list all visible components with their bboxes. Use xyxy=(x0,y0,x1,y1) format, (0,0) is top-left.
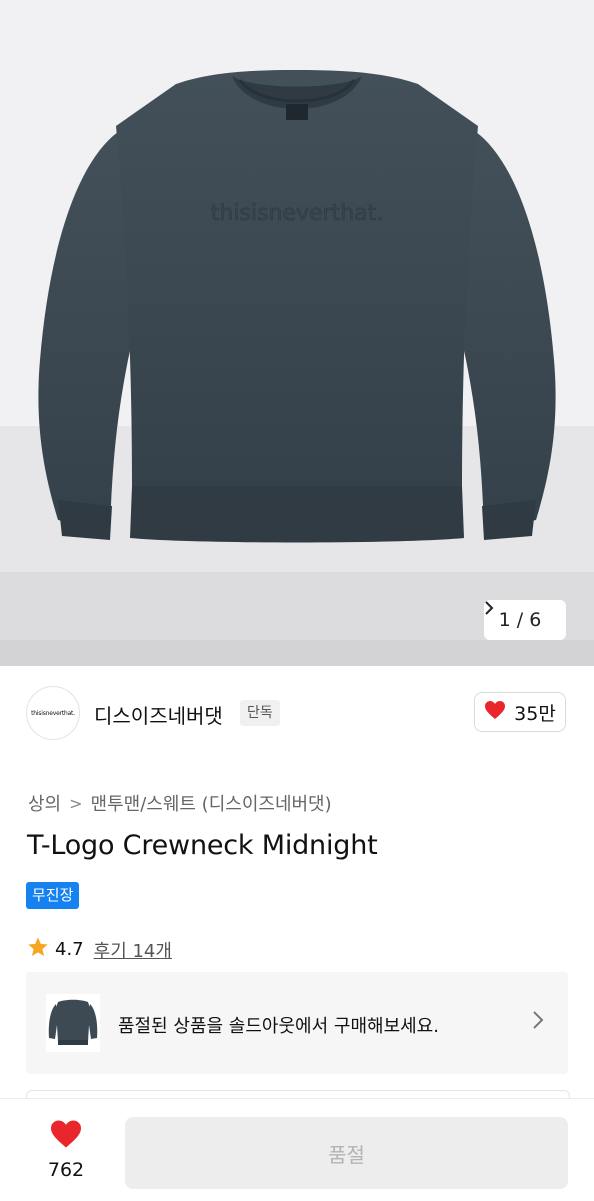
product-photo: thisisneverthat. xyxy=(38,70,556,543)
pager-label: 1 / 6 xyxy=(498,609,542,631)
product-title: T-Logo Crewneck Midnight xyxy=(27,830,378,861)
garment-logo-text: thisisneverthat. xyxy=(211,201,383,226)
exclusive-badge: 단독 xyxy=(240,700,280,726)
soldout-buy-button[interactable]: 품절 xyxy=(125,1117,568,1189)
wishlist-button[interactable]: 762 xyxy=(36,1119,96,1185)
heart-icon xyxy=(49,1120,83,1153)
brand-logo-text: thisisneverthat. xyxy=(31,709,75,717)
reviews-link[interactable]: 후기 14개 xyxy=(94,937,172,963)
brand-like-button[interactable]: 35만 xyxy=(474,692,566,732)
brand-row: thisisneverthat. 디스이즈네버댓 단독 35만 xyxy=(0,686,594,742)
rating-row: 4.7 후기 14개 xyxy=(27,936,172,963)
image-pager[interactable]: 1 / 6 xyxy=(484,600,566,640)
breadcrumb-subcategory[interactable]: 맨투맨/스웨트 (디스이즈네버댓) xyxy=(91,790,332,816)
brand-like-count: 35만 xyxy=(514,702,556,725)
product-image-carousel[interactable]: thisisneverthat. 1 / 6 xyxy=(0,0,594,666)
soldout-banner[interactable]: 품절된 상품을 솔드아웃에서 구매해보세요. xyxy=(26,972,568,1074)
brand-name[interactable]: 디스이즈네버댓 xyxy=(94,700,223,729)
bottom-action-bar: 762 품절 xyxy=(0,1098,594,1201)
star-icon xyxy=(27,936,49,963)
wishlist-count: 762 xyxy=(47,1159,85,1181)
chevron-right-icon xyxy=(532,1008,544,1036)
rating-score: 4.7 xyxy=(55,939,84,960)
delivery-badge: 무진장 xyxy=(26,882,80,909)
breadcrumb-category[interactable]: 상의 xyxy=(28,790,61,816)
heart-icon xyxy=(484,700,506,725)
brand-logo[interactable]: thisisneverthat. xyxy=(26,686,80,740)
soldout-thumbnail xyxy=(46,994,100,1052)
breadcrumb: 상의 > 맨투맨/스웨트 (디스이즈네버댓) xyxy=(28,790,332,816)
breadcrumb-separator: > xyxy=(69,793,83,813)
soldout-banner-text: 품절된 상품을 솔드아웃에서 구매해보세요. xyxy=(118,1016,439,1037)
